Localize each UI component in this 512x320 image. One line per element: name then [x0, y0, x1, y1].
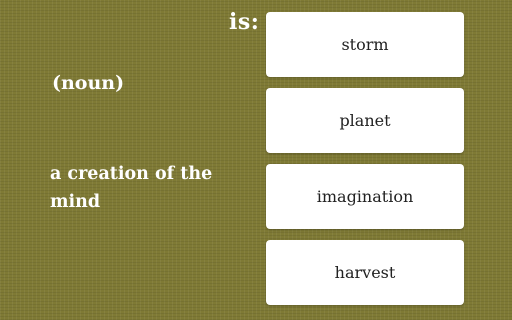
answer-option-label: planet	[339, 111, 391, 130]
answer-option-storm[interactable]: storm	[266, 12, 464, 77]
answer-option-label: harvest	[334, 263, 396, 282]
answer-option-label: imagination	[316, 187, 414, 206]
answer-option-imagination[interactable]: imagination	[266, 164, 464, 229]
prompt-label: is:	[229, 9, 260, 35]
part-of-speech-label: (noun)	[52, 72, 125, 94]
answer-options: storm planet imagination harvest	[266, 12, 464, 316]
definition-text: a creation of the mind	[50, 164, 213, 212]
answer-option-label: storm	[341, 35, 389, 54]
answer-option-planet[interactable]: planet	[266, 88, 464, 153]
answer-option-harvest[interactable]: harvest	[266, 240, 464, 305]
